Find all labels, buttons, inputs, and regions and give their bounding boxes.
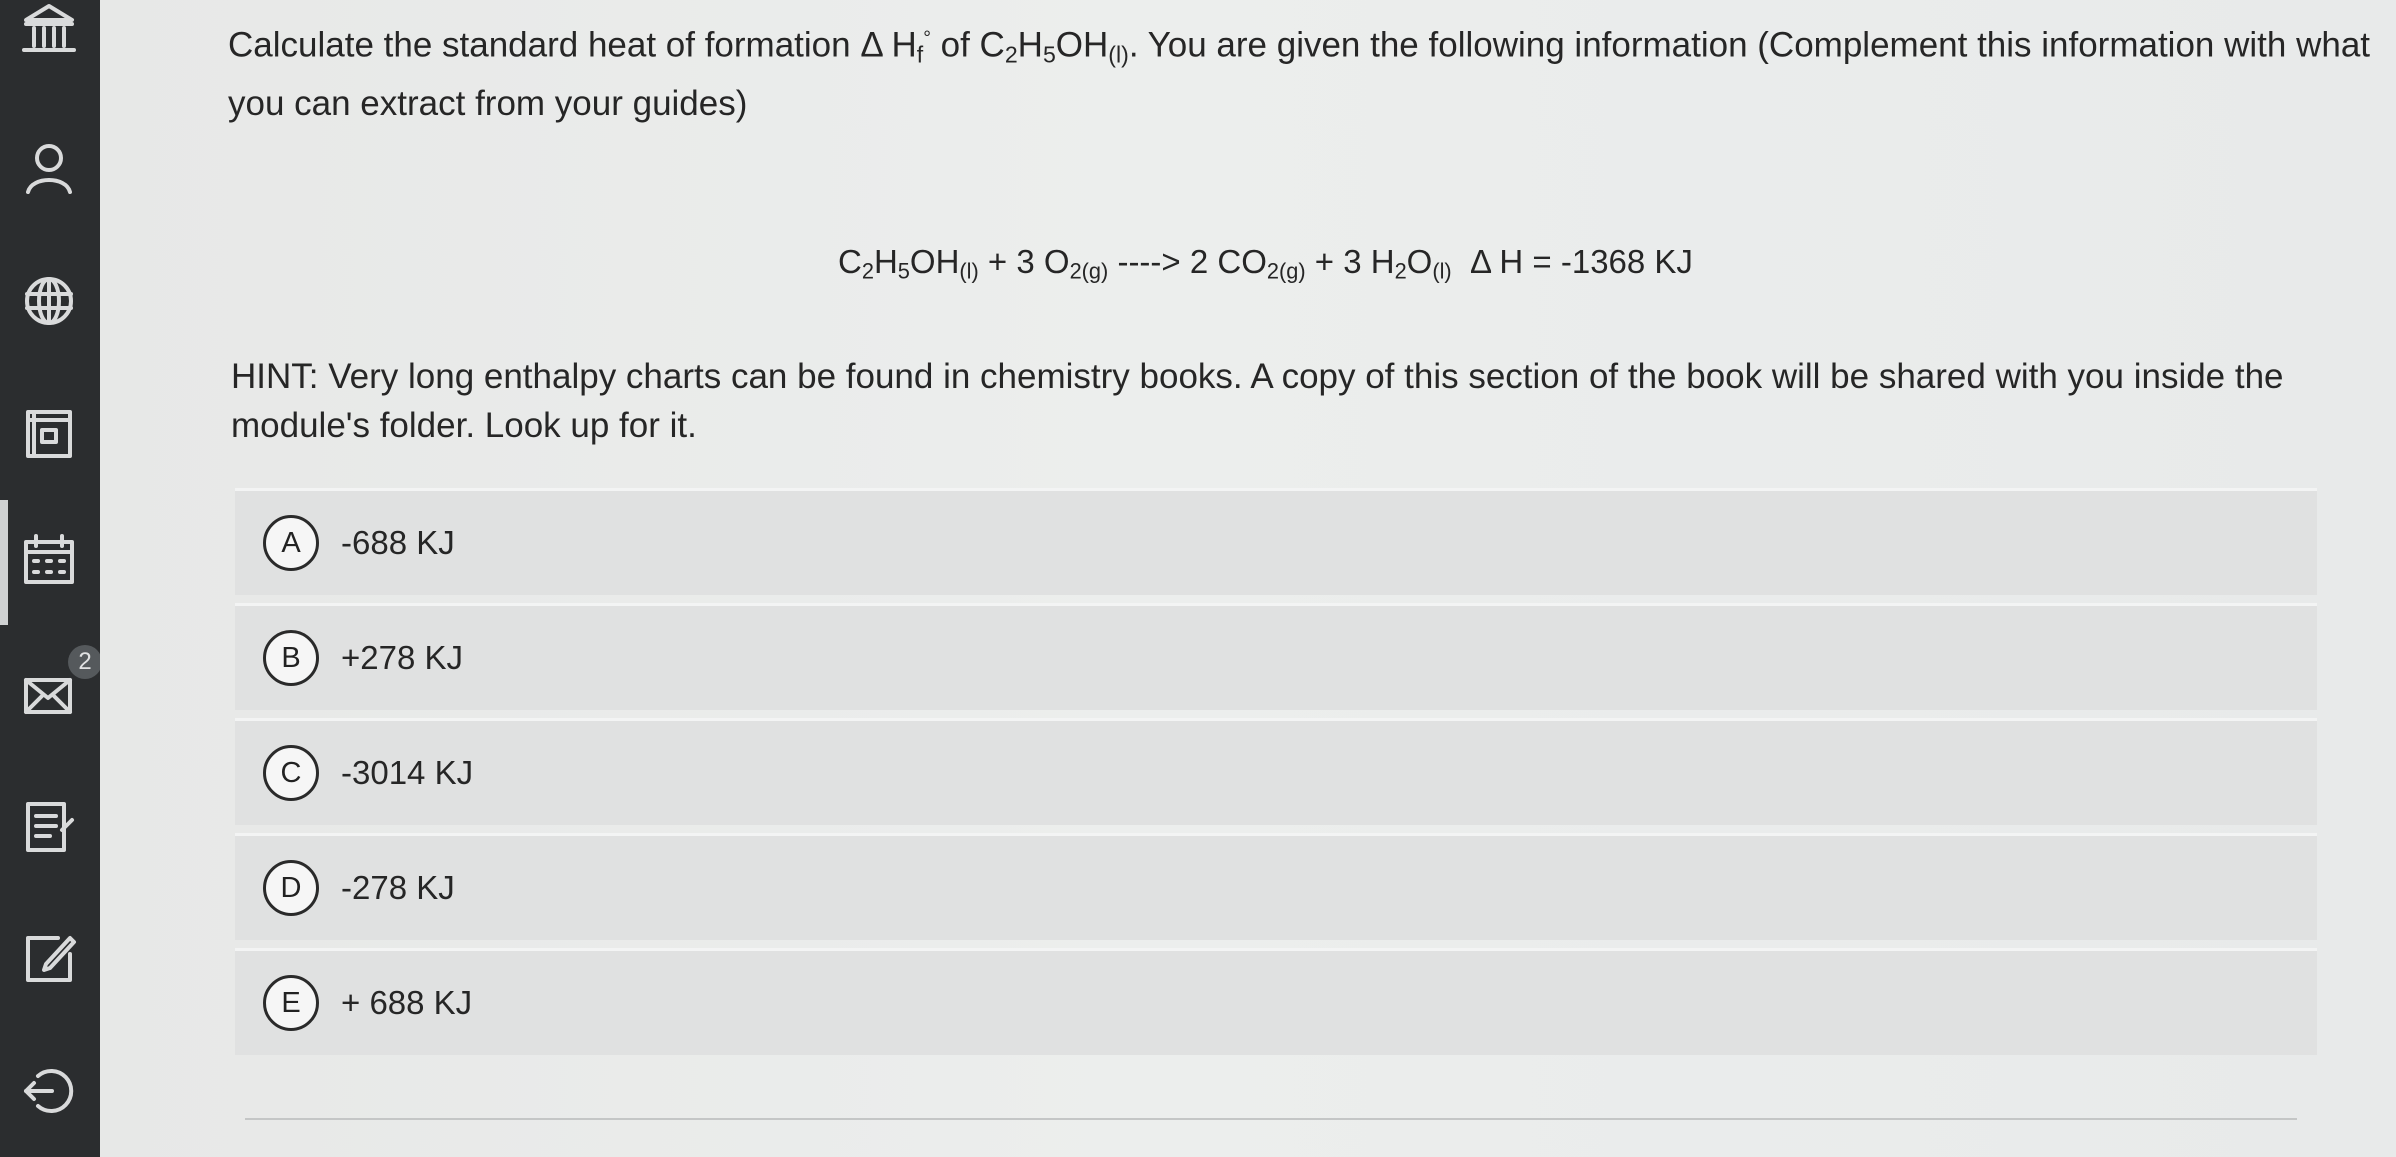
logout-icon[interactable] <box>14 1056 84 1126</box>
option-letter: B <box>263 630 319 686</box>
user-icon[interactable] <box>14 134 84 204</box>
option-a[interactable]: A -688 KJ <box>235 488 2317 595</box>
mail-badge: 2 <box>68 645 102 679</box>
hint-text: HINT: Very long enthalpy charts can be f… <box>231 357 2284 445</box>
option-text: +278 KJ <box>341 639 464 676</box>
reaction-equation: C2H5OH(l) + 3 O2(g) ----> 2 CO2(g) + 3 H… <box>838 243 1693 284</box>
notes-icon[interactable] <box>14 792 84 862</box>
calendar-icon[interactable] <box>14 526 84 596</box>
globe-icon[interactable] <box>14 266 84 336</box>
option-b[interactable]: B +278 KJ <box>235 603 2317 710</box>
option-text: -688 KJ <box>341 524 455 561</box>
active-indicator <box>0 500 8 625</box>
option-text: + 688 KJ <box>341 984 473 1021</box>
option-text: -278 KJ <box>341 869 455 906</box>
book-icon[interactable] <box>14 398 84 468</box>
question-text: Calculate the standard heat of formation… <box>228 25 2371 124</box>
option-letter: E <box>263 975 319 1031</box>
option-d[interactable]: D -278 KJ <box>235 833 2317 940</box>
option-letter: A <box>263 515 319 571</box>
edit-icon[interactable] <box>14 924 84 994</box>
institution-icon[interactable] <box>14 0 84 64</box>
option-letter: C <box>263 745 319 801</box>
sidebar: 2 <box>0 0 102 1157</box>
option-letter: D <box>263 860 319 916</box>
main-content: Calculate the standard heat of formation… <box>100 0 2396 1157</box>
option-e[interactable]: E + 688 KJ <box>235 948 2317 1055</box>
option-text: -3014 KJ <box>341 754 474 791</box>
option-c[interactable]: C -3014 KJ <box>235 718 2317 825</box>
divider <box>245 1118 2297 1120</box>
